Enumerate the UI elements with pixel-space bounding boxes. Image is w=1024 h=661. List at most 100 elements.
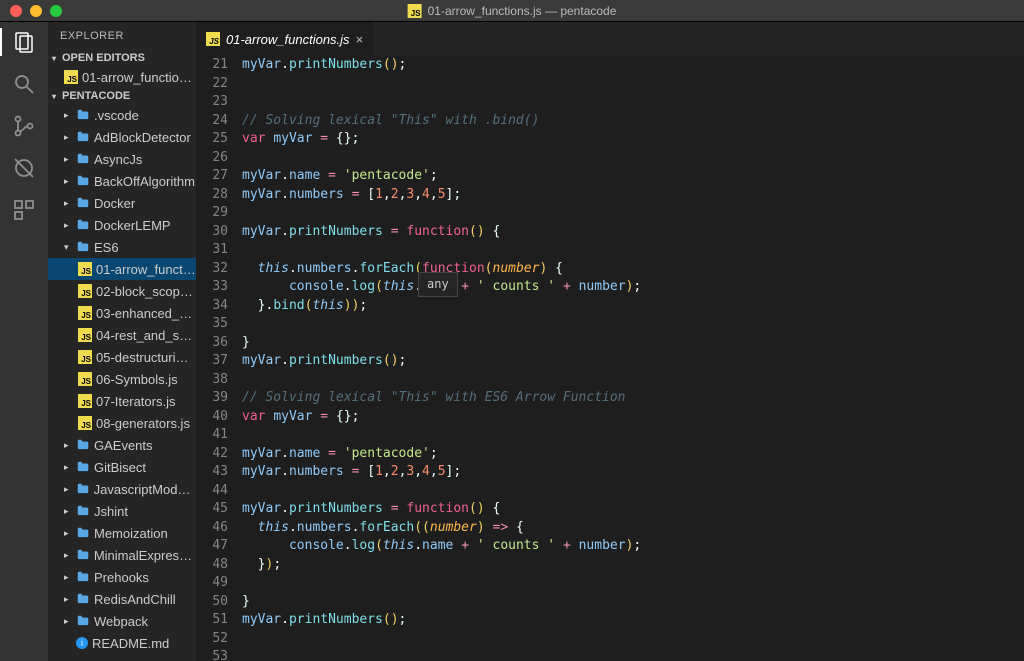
tree-item[interactable]: ▸ BackOffAlgorithm [48,170,196,192]
folder-icon [76,548,90,562]
tree-label: MinimalExpress… [94,548,196,563]
caret-down-icon: ▾ [52,92,60,101]
tree-item[interactable]: JS 02-block_scop… [48,280,196,302]
tree-label: 04-rest_and_s… [96,328,192,343]
code-line[interactable] [242,315,1024,334]
open-editor-item[interactable]: JS 01-arrow_functio… [48,66,196,88]
tree-item[interactable]: JS08-generators.js [48,412,196,434]
code-line[interactable]: var myVar = {}; [242,408,1024,427]
code-line[interactable]: myVar.numbers = [1,2,3,4,5]; [242,186,1024,205]
tree-item[interactable]: ▸Jshint [48,500,196,522]
code-line[interactable] [242,574,1024,593]
tree-label: DockerLEMP [94,218,171,233]
tab-active[interactable]: JS 01-arrow_functions.js × [196,22,374,56]
folder-icon [76,438,90,452]
tree-item[interactable]: JS03-enhanced_… [48,302,196,324]
tree-item[interactable]: JS05-destructuri… [48,346,196,368]
minimize-window[interactable] [30,5,42,17]
code-line[interactable] [242,630,1024,649]
extensions-icon[interactable] [12,198,36,222]
code-line[interactable]: } [242,334,1024,353]
code-line[interactable] [242,426,1024,445]
code-line[interactable] [242,371,1024,390]
chevron-icon: ▸ [64,528,72,539]
chevron-icon: ▸ [64,462,72,473]
chevron-icon: ▸ [64,440,72,451]
code-line[interactable]: }); [242,556,1024,575]
close-icon[interactable]: × [356,32,364,47]
tree-label: GitBisect [94,460,146,475]
window-title: JS 01-arrow_functions.js — pentacode [408,4,617,18]
code-line[interactable]: this.numbers.forEach((number) => { [242,519,1024,538]
search-icon[interactable] [12,72,36,96]
js-icon: JS [78,284,92,298]
tree-item[interactable]: ▸JavascriptModules [48,478,196,500]
code-line[interactable]: console.log(this.name + ' counts ' + num… [242,278,1024,297]
code-line[interactable] [242,149,1024,168]
tree-label: 08-generators.js [96,416,190,431]
tree-label: GAEvents [94,438,153,453]
tree-item[interactable]: ▸AdBlockDetector [48,126,196,148]
chevron-icon: ▸ [64,220,72,231]
folder-icon [76,130,90,144]
tree-item[interactable]: ▸RedisAndChill [48,588,196,610]
tree-item[interactable]: JS01-arrow_funct… [48,258,196,280]
code-line[interactable]: } [242,593,1024,612]
open-editors-label: OPEN EDITORS [62,52,145,64]
chevron-icon: ▸ [64,176,72,187]
tree-item[interactable]: JS06-Symbols.js [48,368,196,390]
code-line[interactable]: console.log(this.name + ' counts ' + num… [242,537,1024,556]
code-line[interactable] [242,241,1024,260]
code-line[interactable] [242,204,1024,223]
tree-label: BackOffAlgorithm [94,174,195,189]
tree-item[interactable]: ▸.vscode [48,104,196,126]
code-line[interactable]: myVar.name = 'pentacode'; [242,445,1024,464]
open-editors-section[interactable]: ▾ OPEN EDITORS [48,50,196,66]
sidebar: EXPLORER ▾ OPEN EDITORS JS 01-arrow_func… [48,22,196,661]
code-line[interactable]: this.numbers.forEach(function(number) { [242,260,1024,279]
tree-label: 07-Iterators.js [96,394,175,409]
close-window[interactable] [10,5,22,17]
code-line[interactable]: }.bind(this)); [242,297,1024,316]
tree-item[interactable]: JS07-Iterators.js [48,390,196,412]
folder-icon [76,460,90,474]
code-line[interactable] [242,648,1024,661]
code-line[interactable]: myVar.printNumbers = function() { [242,223,1024,242]
code-line[interactable]: // Solving lexical "This" with .bind() [242,112,1024,131]
maximize-window[interactable] [50,5,62,17]
code-line[interactable] [242,93,1024,112]
project-section[interactable]: ▾ PENTACODE [48,88,196,104]
tree-label: RedisAndChill [94,592,176,607]
tree-item[interactable]: ▸ DockerLEMP [48,214,196,236]
explorer-icon[interactable] [12,30,36,54]
tree-label: 02-block_scop… [96,284,193,299]
source-control-icon[interactable] [12,114,36,138]
debug-icon[interactable] [12,156,36,180]
tree-item[interactable]: ▸Memoization [48,522,196,544]
tree-item[interactable]: ▾ES6 [48,236,196,258]
tree-item[interactable]: ▸MinimalExpress… [48,544,196,566]
tree-item[interactable]: iREADME.md [48,632,196,654]
tree-item[interactable]: JS 04-rest_and_s… [48,324,196,346]
code-line[interactable]: myVar.name = 'pentacode'; [242,167,1024,186]
code-area[interactable]: 2122232425262728293031323334353637383940… [196,56,1024,661]
tree-item[interactable]: ▸ GAEvents [48,434,196,456]
code-line[interactable]: myVar.printNumbers(); [242,611,1024,630]
tree-item[interactable]: ▸Webpack [48,610,196,632]
tree-item[interactable]: ▸AsyncJs [48,148,196,170]
tree-item[interactable]: ▸Prehooks [48,566,196,588]
code-line[interactable]: var myVar = {}; [242,130,1024,149]
tree-item[interactable]: ▸Docker [48,192,196,214]
code-line[interactable]: // Solving lexical "This" with ES6 Arrow… [242,389,1024,408]
code-line[interactable]: myVar.printNumbers(); [242,352,1024,371]
code-content[interactable]: any myVar.printNumbers(); // Solving lex… [242,56,1024,661]
code-line[interactable]: myVar.printNumbers = function() { [242,500,1024,519]
tree-item[interactable]: ▸ GitBisect [48,456,196,478]
code-line[interactable] [242,482,1024,501]
folder-icon [76,174,90,188]
js-icon: JS [408,4,422,18]
code-line[interactable]: myVar.numbers = [1,2,3,4,5]; [242,463,1024,482]
js-icon: JS [78,328,92,342]
code-line[interactable] [242,75,1024,94]
code-line[interactable]: myVar.printNumbers(); [242,56,1024,75]
